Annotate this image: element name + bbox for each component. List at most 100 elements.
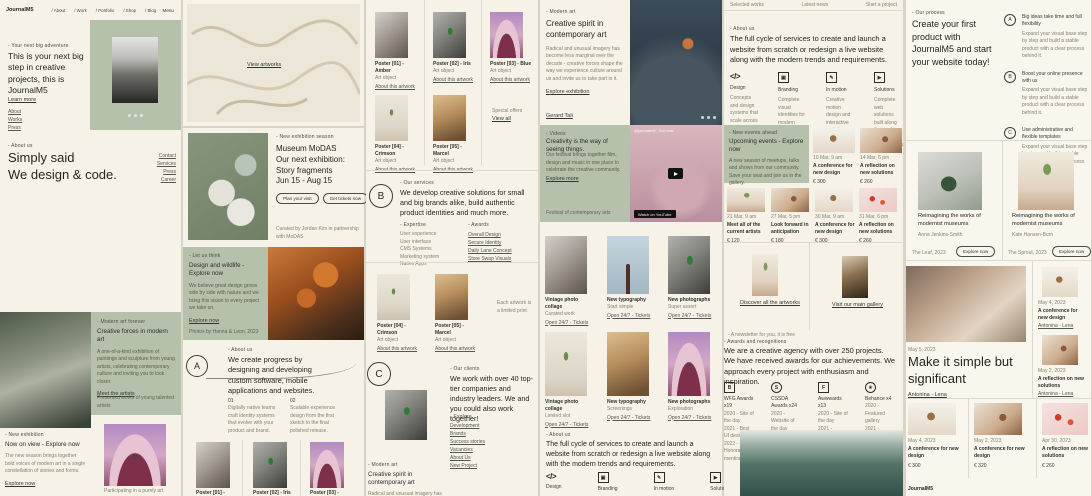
- side-card[interactable]: May 4, 2023 A conference for new design …: [1038, 300, 1088, 330]
- spirit-eyebrow: - Modern art: [368, 462, 442, 468]
- wildlife-link[interactable]: Explore now: [189, 318, 268, 324]
- poster-title: Poster [03] - Blue: [310, 490, 350, 496]
- poster-card-photo: [433, 95, 466, 141]
- nav-item-about[interactable]: / About: [52, 8, 66, 13]
- explore-now-button[interactable]: Explore now: [956, 246, 995, 257]
- photo-card[interactable]: New typography Screenings Open 24/7 - Ti…: [607, 399, 657, 422]
- hero-link-about[interactable]: About: [8, 108, 22, 116]
- award-link[interactable]: Secure Identity: [468, 239, 532, 247]
- poster-card[interactable]: Poster [05] - Marcel Art object About th…: [435, 323, 477, 353]
- explore-now-button[interactable]: Explore now: [1052, 246, 1091, 257]
- poster-link[interactable]: About this artwork: [435, 345, 477, 353]
- bottom-card-meta: Apr 30, 2023: [1042, 438, 1090, 446]
- photo-card[interactable]: New typography Start simple Open 24/7 - …: [607, 297, 657, 320]
- video-link[interactable]: Explore more: [546, 176, 579, 182]
- divider: [1036, 398, 1037, 478]
- award-link[interactable]: Overall Design: [468, 231, 532, 239]
- explore-link[interactable]: Success stories: [450, 438, 520, 446]
- logo[interactable]: JournalM5: [6, 7, 34, 13]
- explore-link[interactable]: Vacancies: [450, 446, 520, 454]
- poster-card[interactable]: Poster [04] - Crimson Art object About t…: [377, 323, 419, 353]
- youtube-badge[interactable]: Watch on YouTube: [634, 210, 676, 218]
- explore-link[interactable]: Development: [450, 422, 520, 430]
- about-link-press[interactable]: Press: [150, 168, 176, 176]
- play-button[interactable]: [668, 168, 683, 179]
- get-tickets-button[interactable]: Get tickets now: [323, 193, 368, 204]
- spirit-author-link[interactable]: Gerard Tali: [546, 113, 573, 119]
- hero-learn-more-link[interactable]: Learn more: [8, 97, 36, 103]
- photo-card-meta[interactable]: Open 24/7 - Tickets: [668, 312, 718, 320]
- poster-link[interactable]: About this artwork: [377, 345, 419, 353]
- bottom-card-title: A reflection on new solutions: [1042, 446, 1090, 460]
- photo-card[interactable]: New photographs Exploration Open 24/7 - …: [668, 399, 718, 422]
- photo-card[interactable]: Vintage photo collage Curated work Open …: [545, 297, 595, 327]
- side-card-link[interactable]: Antonina - Lena: [1038, 390, 1088, 398]
- monitor-icon: ▣: [598, 472, 609, 483]
- photo-card-meta[interactable]: Open 24/7 - Tickets: [668, 414, 718, 422]
- event-card[interactable]: 31 Mar, 6 pm A reflection on new solutio…: [859, 214, 899, 245]
- code-icon: </>: [546, 472, 562, 481]
- feature-link[interactable]: Visit our main gallery: [832, 302, 883, 308]
- poster-link[interactable]: About this artwork: [433, 76, 475, 84]
- about-link-services[interactable]: Services: [150, 160, 176, 168]
- poster-card[interactable]: Poster [01] - Amber Art object About thi…: [375, 61, 417, 91]
- nav-item-portfolio[interactable]: / Portfolio: [96, 8, 115, 13]
- rope-view-artworks-link[interactable]: View artworks: [247, 62, 281, 68]
- onview-link[interactable]: Explore now: [5, 481, 87, 487]
- poster-link[interactable]: About this artwork: [375, 83, 417, 91]
- event-card[interactable]: 21 Mar, 9 am Meet all of the current art…: [727, 214, 767, 245]
- poster-card-photo: [375, 12, 408, 58]
- menu-button[interactable]: Menu: [163, 8, 175, 13]
- poster-card[interactable]: Poster [02] - Iris Art object About this…: [433, 61, 475, 84]
- poster-link[interactable]: About this artwork: [490, 76, 532, 84]
- about-link-career[interactable]: Career: [150, 176, 176, 184]
- article-card[interactable]: Reimagining the works of modernist museu…: [1012, 213, 1084, 239]
- event-card[interactable]: 10 Mar, 9 am A conference for new design…: [813, 155, 855, 186]
- photo-carousel-dots[interactable]: [701, 116, 716, 119]
- nav-item-shop[interactable]: / Shop: [123, 8, 136, 13]
- footer-logo: JournalM5: [908, 486, 933, 492]
- bottom-card[interactable]: May 2, 2023 A conference for new design …: [974, 438, 1026, 470]
- side-card[interactable]: May 2, 2023 A reflection on new solution…: [1038, 368, 1088, 398]
- mini-nav-item[interactable]: Start a project: [866, 2, 897, 10]
- modern-art-panel: - Modern art forever Creative forces in …: [91, 312, 181, 415]
- poster-sub: Art object: [490, 68, 532, 76]
- photo-card-meta[interactable]: Open 24/7 - Tickets: [607, 414, 657, 422]
- side-card-link[interactable]: Antonina - Lena: [1038, 322, 1088, 330]
- services-eyebrow: - About us: [730, 26, 755, 32]
- hero-link-works[interactable]: Works: [8, 116, 22, 124]
- hero-link-press[interactable]: Press: [8, 124, 22, 132]
- explore-link[interactable]: About Us: [450, 454, 520, 462]
- mini-nav-item[interactable]: Latest news: [802, 2, 829, 10]
- photo-card[interactable]: New photographs Super assort Open 24/7 -…: [668, 297, 718, 320]
- spirit-link[interactable]: Explore exhibition: [546, 89, 628, 95]
- article-label: The Leaf, 2023: [912, 250, 946, 258]
- event-card[interactable]: 27 Mar, 5 pm Look forward in anticipatio…: [771, 214, 811, 245]
- poster-title: Poster [03] - Blue: [490, 61, 532, 68]
- photo-card-meta[interactable]: Open 24/7 - Tickets: [607, 312, 657, 320]
- photo-card-meta[interactable]: Open 24/7 - Tickets: [545, 421, 595, 429]
- carousel-dots[interactable]: [128, 114, 143, 117]
- poster-card[interactable]: Poster [03] - Blue Art object About this…: [490, 61, 532, 84]
- video-player[interactable]: @journalm5 - live now Watch on YouTube: [630, 125, 722, 222]
- explore-link[interactable]: New Project: [450, 462, 520, 470]
- mini-nav-item[interactable]: Selected works: [730, 2, 764, 10]
- feature-link[interactable]: Discover all the artworks: [740, 300, 800, 306]
- event-card[interactable]: 14 Mar, 6 pm A reflection on new solutio…: [860, 155, 902, 186]
- nav-item-blog[interactable]: / Blog: [145, 8, 156, 13]
- article-card[interactable]: Reimagining the works of modernist museu…: [918, 213, 990, 239]
- bottom-card[interactable]: Apr 30, 2023 A reflection on new solutio…: [1042, 438, 1090, 470]
- museum-line4: Jun 15 - Aug 15: [276, 176, 362, 187]
- explore-link[interactable]: Brands: [450, 430, 520, 438]
- photo-card[interactable]: Vintage photo collage Limited slot Open …: [545, 399, 595, 429]
- bottom-card[interactable]: May 4, 2023 A conference for new design …: [908, 438, 960, 470]
- event-card[interactable]: 30 Mar, 9 am A conference for new design…: [815, 214, 855, 245]
- photo-card-meta[interactable]: Open 24/7 - Tickets: [545, 319, 595, 327]
- about-link-contact[interactable]: Contact: [150, 152, 176, 160]
- view-all-link[interactable]: View all: [492, 116, 532, 122]
- nav-item-work[interactable]: / Work: [74, 8, 87, 13]
- event-price: € 300: [813, 179, 855, 186]
- section-b-text: We develop creative solutions for small …: [400, 188, 530, 218]
- award-link[interactable]: Daily Lane Concept: [468, 247, 532, 255]
- plan-visit-button[interactable]: Plan your visit: [276, 193, 319, 204]
